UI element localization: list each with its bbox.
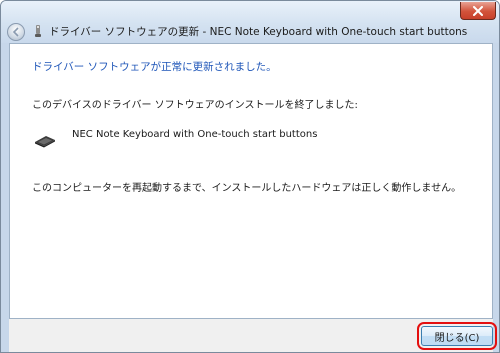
close-button[interactable]: 閉じる(C) xyxy=(417,322,497,350)
restart-note: このコンピューターを再起動するまで、インストールしたハードウェアは正しく動作しま… xyxy=(32,183,462,194)
back-button[interactable] xyxy=(7,23,25,41)
back-arrow-icon xyxy=(12,27,19,37)
window-title: ドライバー ソフトウェアの更新 - NEC Note Keyboard with… xyxy=(49,26,468,38)
title-bar: ドライバー ソフトウェアの更新 - NEC Note Keyboard with… xyxy=(1,1,499,43)
content-pane: ドライバー ソフトウェアが正常に更新されました。 このデバイスのドライバー ソフ… xyxy=(9,43,493,319)
keyboard-icon xyxy=(35,136,55,148)
device-name: NEC Note Keyboard with One-touch start b… xyxy=(72,129,318,140)
page-heading: ドライバー ソフトウェアが正常に更新されました。 xyxy=(32,61,277,73)
driver-update-window: ドライバー ソフトウェアの更新 - NEC Note Keyboard with… xyxy=(0,0,500,353)
close-icon xyxy=(473,5,483,16)
device-driver-icon xyxy=(35,25,41,37)
install-description: このデバイスのドライバー ソフトウェアのインストールを終了しました: xyxy=(32,100,358,111)
window-close-button[interactable] xyxy=(460,2,496,20)
